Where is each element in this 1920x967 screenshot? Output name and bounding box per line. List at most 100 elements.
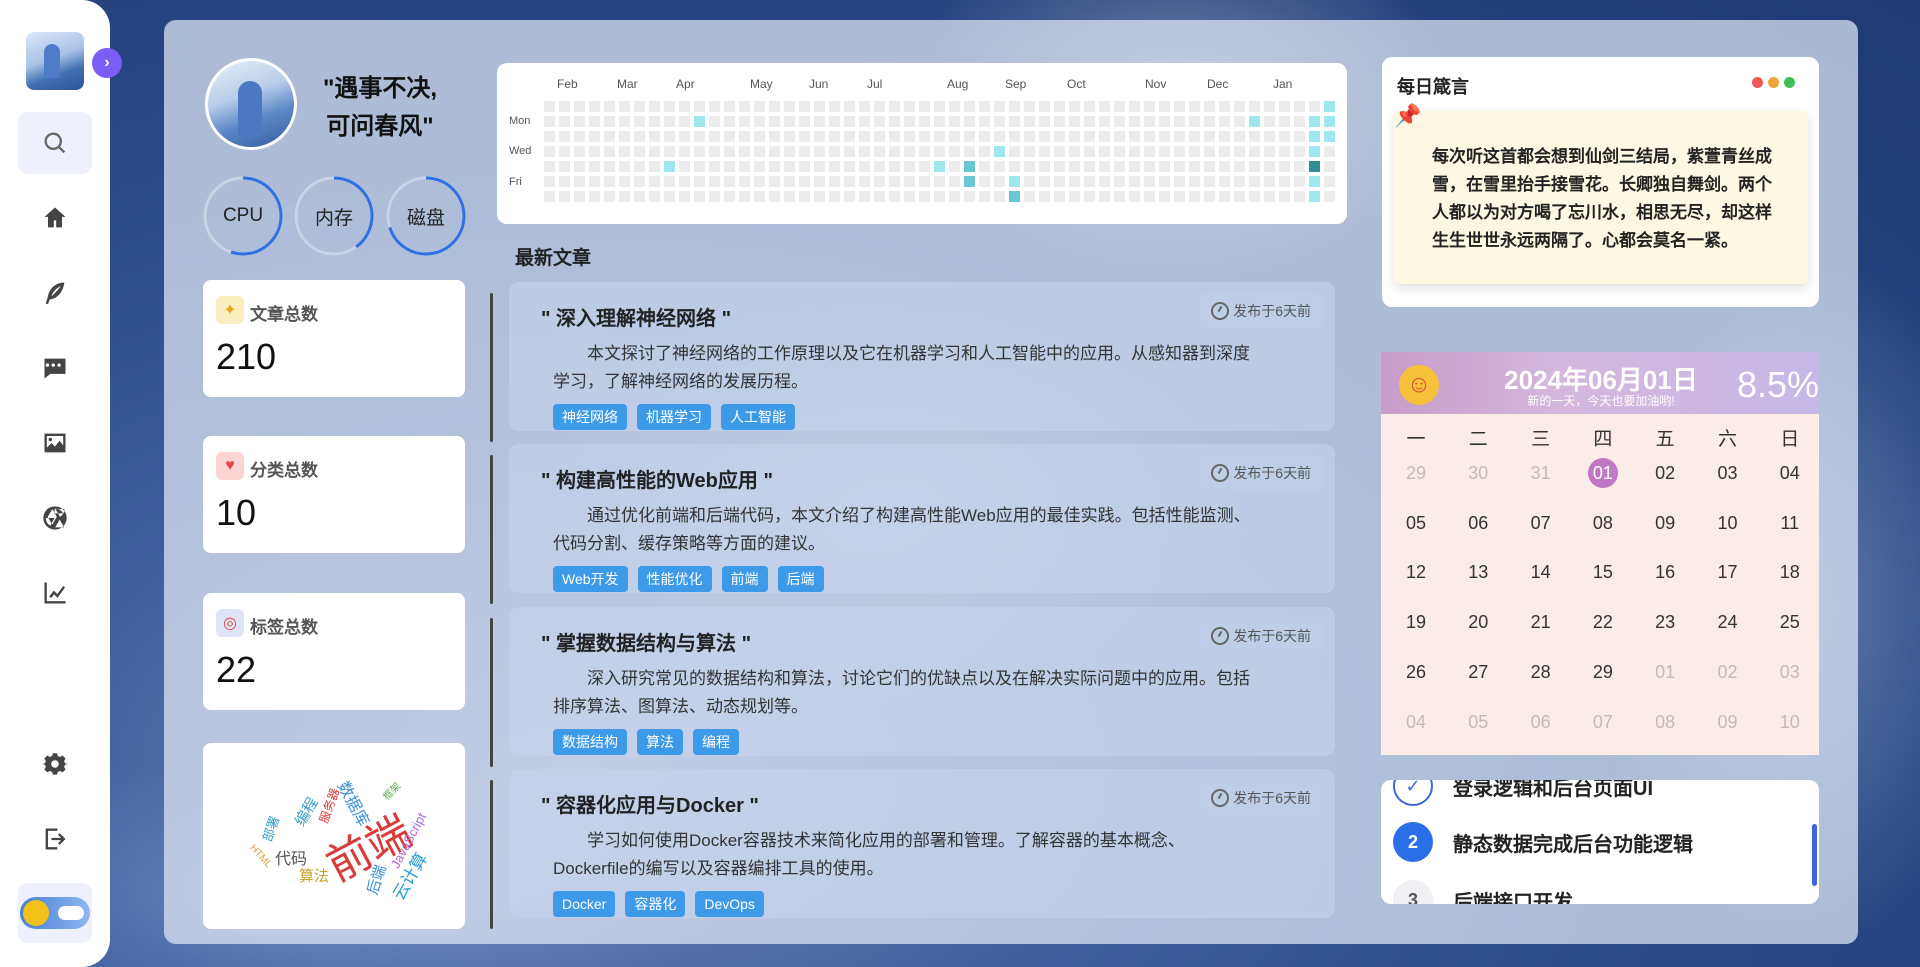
- heatmap-cell[interactable]: [904, 131, 915, 142]
- calendar-day[interactable]: 20: [1447, 607, 1509, 637]
- heatmap-cell[interactable]: [1174, 101, 1185, 112]
- heatmap-cell[interactable]: [859, 116, 870, 127]
- heatmap-cell[interactable]: [1279, 116, 1290, 127]
- calendar-day[interactable]: 12: [1385, 557, 1447, 587]
- heatmap-cell[interactable]: [904, 161, 915, 172]
- calendar-day[interactable]: 10: [1759, 707, 1819, 737]
- heatmap-cell[interactable]: [544, 161, 555, 172]
- heatmap-cell[interactable]: [1324, 101, 1335, 112]
- heatmap-cell[interactable]: [1204, 146, 1215, 157]
- heatmap-cell[interactable]: [724, 161, 735, 172]
- heatmap-cell[interactable]: [1324, 116, 1335, 127]
- heatmap-cell[interactable]: [1084, 161, 1095, 172]
- heatmap-cell[interactable]: [994, 146, 1005, 157]
- heatmap-cell[interactable]: [544, 116, 555, 127]
- heatmap-cell[interactable]: [1159, 176, 1170, 187]
- heatmap-cell[interactable]: [919, 176, 930, 187]
- heatmap-cell[interactable]: [559, 101, 570, 112]
- calendar-day[interactable]: 06: [1447, 508, 1509, 538]
- steps-scrollbar[interactable]: [1812, 824, 1817, 886]
- heatmap-cell[interactable]: [1279, 176, 1290, 187]
- heatmap-cell[interactable]: [1234, 101, 1245, 112]
- heatmap-cell[interactable]: [1129, 131, 1140, 142]
- heatmap-cell[interactable]: [859, 161, 870, 172]
- heatmap-cell[interactable]: [679, 161, 690, 172]
- heatmap-cell[interactable]: [814, 116, 825, 127]
- heatmap-cell[interactable]: [1174, 131, 1185, 142]
- heatmap-cell[interactable]: [1099, 146, 1110, 157]
- heatmap-cell[interactable]: [1204, 161, 1215, 172]
- article-title[interactable]: " 深入理解神经网络 ": [541, 302, 731, 331]
- heatmap-cell[interactable]: [1009, 146, 1020, 157]
- heatmap-cell[interactable]: [994, 101, 1005, 112]
- sidebar-item-search[interactable]: [18, 112, 92, 174]
- heatmap-cell[interactable]: [1024, 146, 1035, 157]
- heatmap-cell[interactable]: [859, 131, 870, 142]
- heatmap-cell[interactable]: [1264, 101, 1275, 112]
- heatmap-cell[interactable]: [799, 116, 810, 127]
- heatmap-cell[interactable]: [1039, 191, 1050, 202]
- heatmap-cell[interactable]: [664, 116, 675, 127]
- heatmap-cell[interactable]: [1114, 101, 1125, 112]
- heatmap-cell[interactable]: [1084, 146, 1095, 157]
- heatmap-cell[interactable]: [964, 146, 975, 157]
- heatmap-cell[interactable]: [649, 146, 660, 157]
- heatmap-cell[interactable]: [1054, 101, 1065, 112]
- heatmap-cell[interactable]: [724, 116, 735, 127]
- sidebar-item-comments[interactable]: [18, 337, 92, 399]
- heatmap-cell[interactable]: [1159, 146, 1170, 157]
- heatmap-cell[interactable]: [979, 146, 990, 157]
- heatmap-cell[interactable]: [904, 116, 915, 127]
- heatmap-cell[interactable]: [619, 146, 630, 157]
- heatmap-cell[interactable]: [1024, 131, 1035, 142]
- heatmap-cell[interactable]: [754, 146, 765, 157]
- heatmap-cell[interactable]: [1249, 191, 1260, 202]
- heatmap-cell[interactable]: [1084, 116, 1095, 127]
- heatmap-cell[interactable]: [769, 191, 780, 202]
- heatmap-cell[interactable]: [1279, 191, 1290, 202]
- sidebar-collapse-button[interactable]: ›: [92, 48, 122, 78]
- heatmap-cell[interactable]: [1114, 191, 1125, 202]
- heatmap-cell[interactable]: [739, 131, 750, 142]
- heatmap-cell[interactable]: [1099, 116, 1110, 127]
- heatmap-cell[interactable]: [1264, 191, 1275, 202]
- heatmap-cell[interactable]: [829, 191, 840, 202]
- step-item[interactable]: 3 后端接口开发: [1393, 880, 1573, 904]
- heatmap-cell[interactable]: [1189, 176, 1200, 187]
- heatmap-cell[interactable]: [739, 116, 750, 127]
- heatmap-cell[interactable]: [1039, 116, 1050, 127]
- calendar-day[interactable]: 13: [1447, 557, 1509, 587]
- heatmap-cell[interactable]: [769, 146, 780, 157]
- article-tag[interactable]: 数据结构: [553, 729, 627, 755]
- heatmap-cell[interactable]: [1294, 176, 1305, 187]
- heatmap-cell[interactable]: [964, 101, 975, 112]
- heatmap-cell[interactable]: [709, 191, 720, 202]
- heatmap-cell[interactable]: [709, 116, 720, 127]
- heatmap-cell[interactable]: [1204, 101, 1215, 112]
- calendar-day[interactable]: 01: [1634, 657, 1696, 687]
- heatmap-cell[interactable]: [769, 101, 780, 112]
- heatmap-cell[interactable]: [979, 131, 990, 142]
- heatmap-cell[interactable]: [889, 161, 900, 172]
- heatmap-cell[interactable]: [859, 146, 870, 157]
- heatmap-cell[interactable]: [844, 116, 855, 127]
- heatmap-cell[interactable]: [1249, 161, 1260, 172]
- heatmap-cell[interactable]: [1279, 161, 1290, 172]
- heatmap-cell[interactable]: [1174, 176, 1185, 187]
- heatmap-cell[interactable]: [1144, 131, 1155, 142]
- heatmap-cell[interactable]: [964, 116, 975, 127]
- heatmap-cell[interactable]: [589, 176, 600, 187]
- heatmap-cell[interactable]: [724, 191, 735, 202]
- heatmap-cell[interactable]: [649, 191, 660, 202]
- calendar-day[interactable]: 14: [1510, 557, 1572, 587]
- heatmap-cell[interactable]: [559, 116, 570, 127]
- heatmap-cell[interactable]: [1279, 101, 1290, 112]
- heatmap-cell[interactable]: [1159, 116, 1170, 127]
- heatmap-cell[interactable]: [769, 116, 780, 127]
- calendar-day[interactable]: 28: [1510, 657, 1572, 687]
- heatmap-cell[interactable]: [754, 116, 765, 127]
- heatmap-cell[interactable]: [904, 176, 915, 187]
- article-tag[interactable]: 容器化: [625, 891, 686, 917]
- heatmap-cell[interactable]: [904, 101, 915, 112]
- heatmap-cell[interactable]: [1219, 131, 1230, 142]
